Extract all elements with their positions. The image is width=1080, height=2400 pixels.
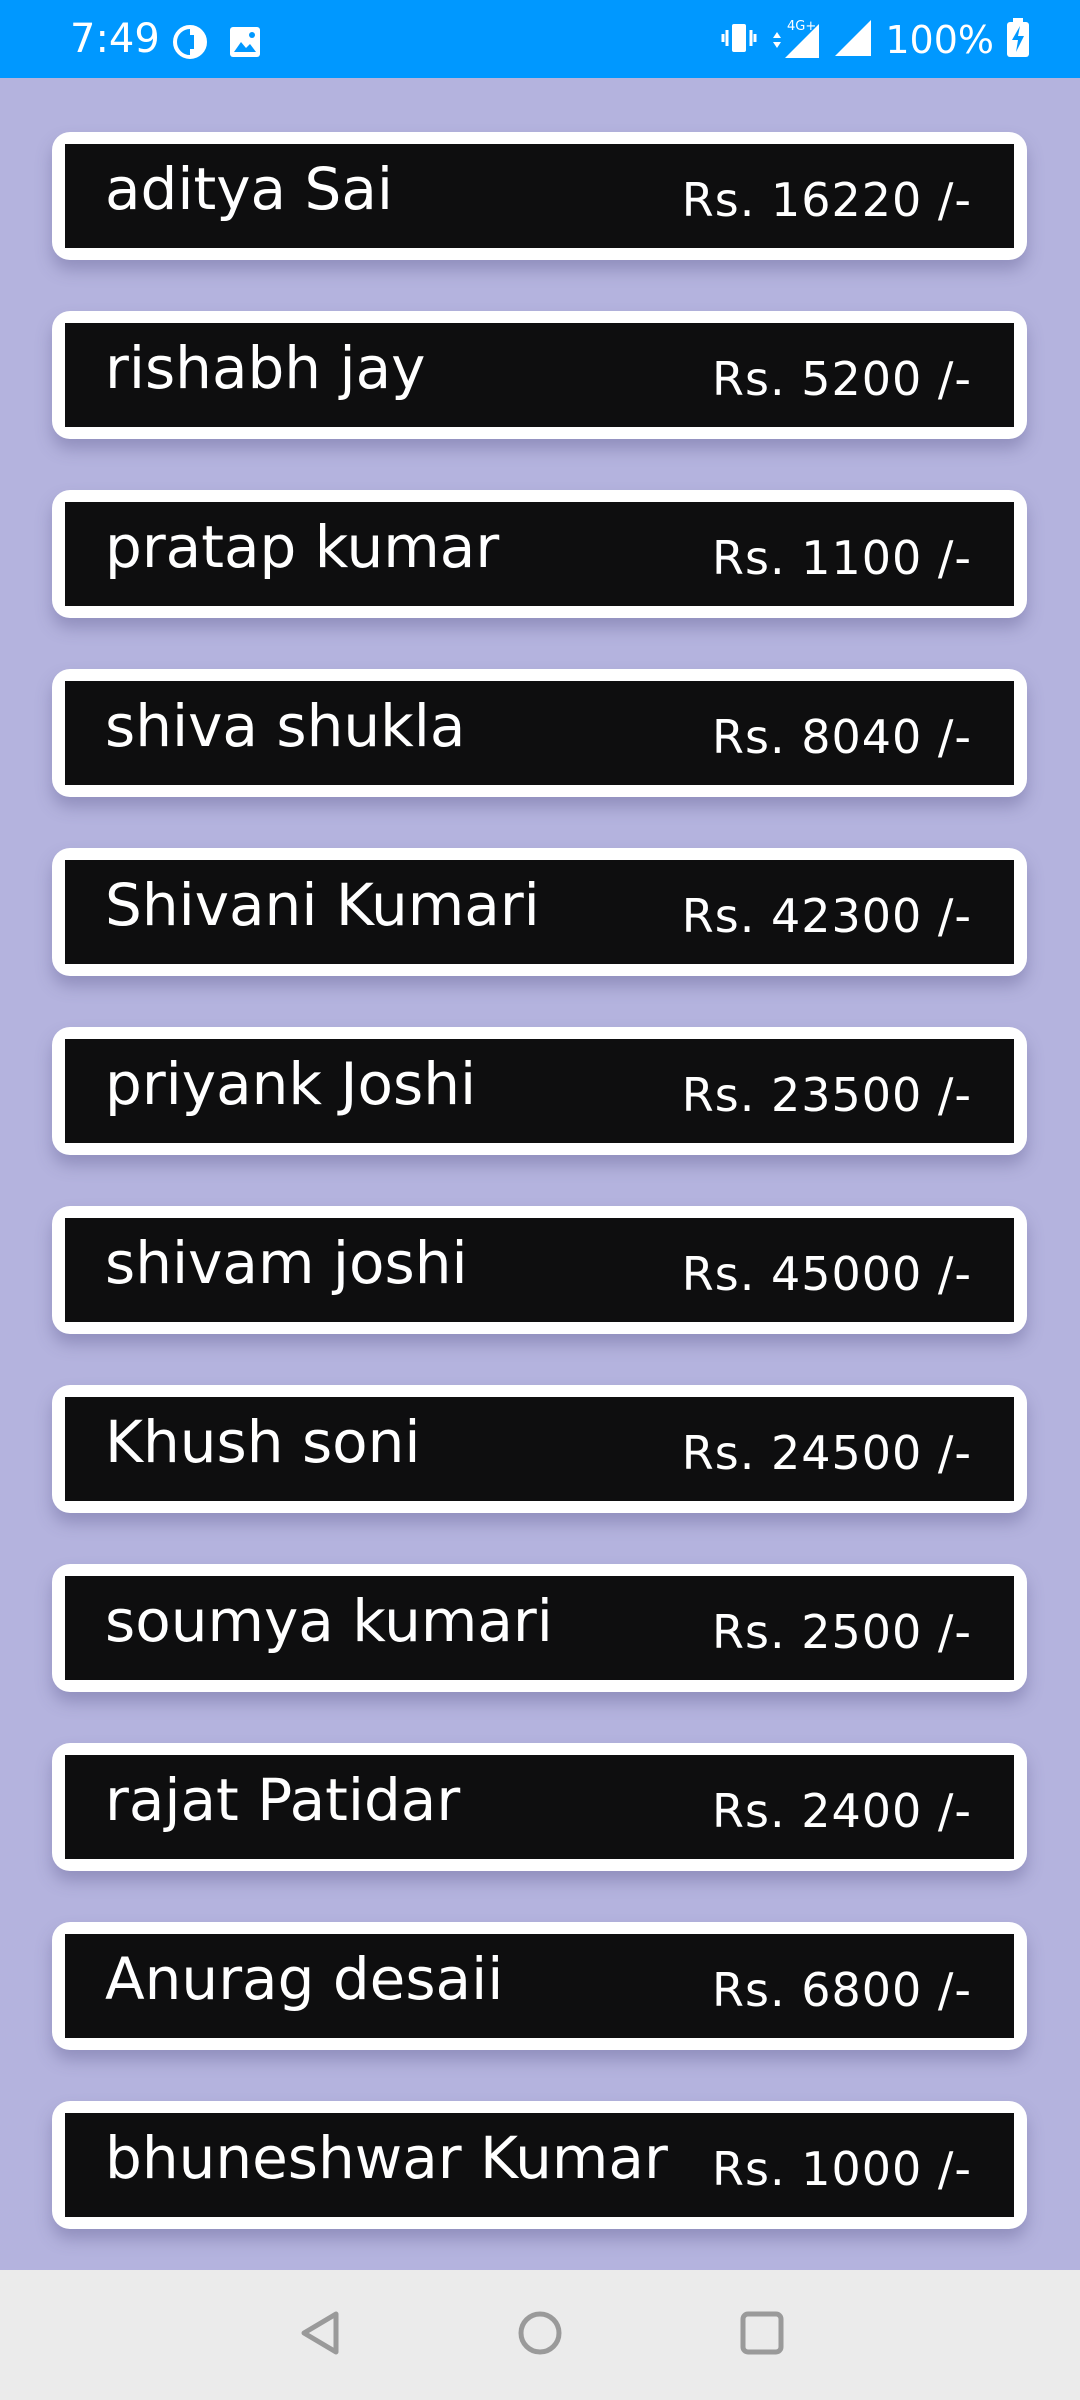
status-icons-left [172, 24, 262, 64]
customer-amount: Rs. 42300 /- [681, 889, 972, 943]
status-bar: 7:49 4G+ 100% [0, 0, 1080, 78]
customer-card-body[interactable]: soumya kumari Rs. 2500 /- [65, 1576, 1014, 1680]
customer-card-body[interactable]: priyank Joshi Rs. 23500 /- [65, 1039, 1014, 1143]
customer-amount: Rs. 2400 /- [712, 1784, 972, 1838]
customer-name: aditya Sai [105, 155, 393, 223]
customer-list-screen[interactable]: aditya Sai Rs. 16220 /- rishabh jay Rs. 52… [0, 78, 1080, 2270]
customer-name: priyank Joshi [105, 1050, 477, 1118]
customer-card[interactable]: Shivani Kumari Rs. 42300 /- [52, 848, 1027, 976]
navigation-bar [0, 2270, 1080, 2400]
customer-name: bhuneshwar Kumar [105, 2124, 668, 2192]
customer-card[interactable]: bhuneshwar Kumar Rs. 1000 /- [52, 2101, 1027, 2229]
customer-name: pratap kumar [105, 513, 500, 581]
customer-name: Shivani Kumari [105, 871, 540, 939]
customer-card[interactable]: shivam joshi Rs. 45000 /- [52, 1206, 1027, 1334]
status-time: 7:49 [70, 16, 160, 62]
battery-charging-icon [1006, 18, 1030, 62]
recents-icon [739, 2310, 785, 2360]
customer-card[interactable]: rishabh jay Rs. 5200 /- [52, 311, 1027, 439]
customer-amount: Rs. 1000 /- [712, 2142, 972, 2196]
customer-amount: Rs. 45000 /- [681, 1247, 972, 1301]
customer-name: Khush soni [105, 1408, 421, 1476]
customer-card[interactable]: pratap kumar Rs. 1100 /- [52, 490, 1027, 618]
customer-amount: Rs. 5200 /- [712, 352, 972, 406]
customer-card-body[interactable]: bhuneshwar Kumar Rs. 1000 /- [65, 2113, 1014, 2217]
vibrate-icon [721, 20, 757, 60]
customer-card-body[interactable]: Anurag desaii Rs. 6800 /- [65, 1934, 1014, 2038]
battery-percentage: 100% [885, 18, 994, 62]
customer-name: rishabh jay [105, 334, 426, 402]
mobile-data-4g-icon: 4G+ [769, 16, 821, 64]
customer-card-body[interactable]: aditya Sai Rs. 16220 /- [65, 144, 1014, 248]
customer-card[interactable]: aditya Sai Rs. 16220 /- [52, 132, 1027, 260]
status-icons-right: 4G+ 100% [721, 16, 1030, 64]
customer-card-body[interactable]: rajat Patidar Rs. 2400 /- [65, 1755, 1014, 1859]
customer-name: Anurag desaii [105, 1945, 504, 2013]
signal-icon [833, 18, 873, 62]
customer-list[interactable]: aditya Sai Rs. 16220 /- rishabh jay Rs. 52… [52, 132, 1027, 2270]
home-button[interactable] [505, 2300, 575, 2370]
customer-amount: Rs. 1100 /- [712, 531, 972, 585]
customer-amount: Rs. 6800 /- [712, 1963, 972, 2017]
customer-card[interactable]: Anurag desaii Rs. 6800 /- [52, 1922, 1027, 2050]
data-saver-icon [172, 24, 208, 64]
back-icon [298, 2309, 342, 2361]
customer-card[interactable]: shiva shukla Rs. 8040 /- [52, 669, 1027, 797]
customer-amount: Rs. 16220 /- [681, 173, 972, 227]
customer-card[interactable]: priyank Joshi Rs. 23500 /- [52, 1027, 1027, 1155]
customer-card-body[interactable]: rishabh jay Rs. 5200 /- [65, 323, 1014, 427]
back-button[interactable] [285, 2300, 355, 2370]
customer-card-body[interactable]: shivam joshi Rs. 45000 /- [65, 1218, 1014, 1322]
customer-amount: Rs. 24500 /- [681, 1426, 972, 1480]
customer-name: soumya kumari [105, 1587, 553, 1655]
home-icon [516, 2309, 564, 2361]
customer-card-body[interactable]: pratap kumar Rs. 1100 /- [65, 502, 1014, 606]
customer-name: shiva shukla [105, 692, 466, 760]
customer-card-body[interactable]: shiva shukla Rs. 8040 /- [65, 681, 1014, 785]
customer-name: shivam joshi [105, 1229, 468, 1297]
recents-button[interactable] [727, 2300, 797, 2370]
customer-amount: Rs. 8040 /- [712, 710, 972, 764]
customer-amount: Rs. 2500 /- [712, 1605, 972, 1659]
customer-card[interactable]: soumya kumari Rs. 2500 /- [52, 1564, 1027, 1692]
customer-name: rajat Patidar [105, 1766, 461, 1834]
customer-card[interactable]: Khush soni Rs. 24500 /- [52, 1385, 1027, 1513]
image-icon [228, 25, 262, 63]
customer-card[interactable]: rajat Patidar Rs. 2400 /- [52, 1743, 1027, 1871]
customer-amount: Rs. 23500 /- [681, 1068, 972, 1122]
customer-card-body[interactable]: Khush soni Rs. 24500 /- [65, 1397, 1014, 1501]
customer-card-body[interactable]: Shivani Kumari Rs. 42300 /- [65, 860, 1014, 964]
